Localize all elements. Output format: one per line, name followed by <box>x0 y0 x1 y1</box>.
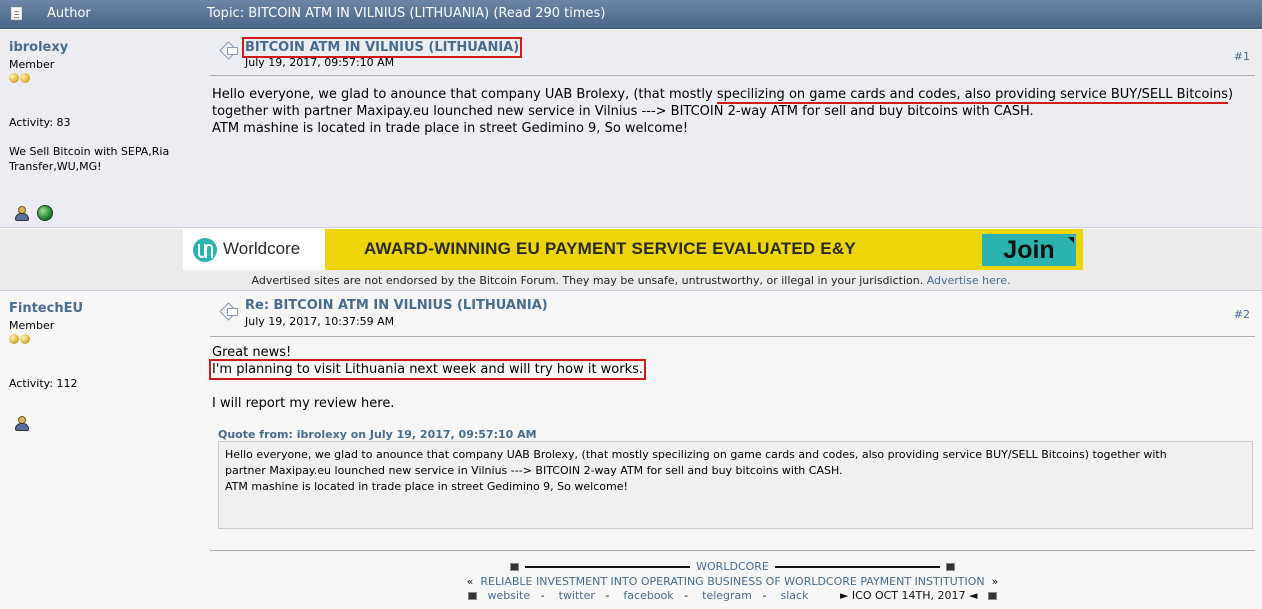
poster-name-link[interactable]: FintechEU <box>9 301 199 316</box>
highlighted-sentence: I'm planning to visit Lithuania next wee… <box>208 359 647 380</box>
post-subject-icon <box>219 303 241 319</box>
post-2: FintechEU Member Activity: 112 Re: BITCO… <box>0 290 1262 609</box>
rank-stars <box>9 72 31 84</box>
website-link[interactable]: website <box>488 589 531 602</box>
block-icon <box>510 563 520 571</box>
ad-headline: AWARD-WINNING EU PAYMENT SERVICE EVALUAT… <box>364 239 856 258</box>
tagline-link[interactable]: RELIABLE INVESTMENT INTO OPERATING BUSIN… <box>480 575 984 588</box>
post-number-link[interactable]: #2 <box>1234 308 1250 321</box>
post-subject-icon <box>219 42 241 58</box>
signature-tagline-row: « RELIABLE INVESTMENT INTO OPERATING BUS… <box>466 575 999 588</box>
advertise-here-link[interactable]: Advertise here. <box>927 274 1011 287</box>
poster-activity: Activity: 112 <box>9 377 78 390</box>
poster-personal-text: We Sell Bitcoin with SEPA,Ria Transfer,W… <box>9 145 170 173</box>
profile-icon[interactable] <box>14 416 30 432</box>
quote-box: Hello everyone, we glad to anounce that … <box>218 441 1253 529</box>
post-separator <box>210 75 1255 76</box>
block-icon <box>987 592 997 600</box>
facebook-link[interactable]: facebook <box>623 589 673 602</box>
brand-name: Worldcore <box>223 239 301 258</box>
thread-header: Author Topic: BITCOIN ATM IN VILNIUS (LI… <box>0 0 1262 29</box>
post-1: ibrolexy Member Activity: 83 We Sell Bit… <box>0 30 1262 228</box>
telegram-link[interactable]: telegram <box>702 589 752 602</box>
join-button[interactable]: Join <box>982 234 1076 266</box>
post-body: Great news! I'm planning to visit Lithua… <box>208 345 647 411</box>
document-icon <box>11 7 22 20</box>
worldcore-logo: Worldcore <box>183 229 325 270</box>
post-number-link[interactable]: #1 <box>1234 50 1250 63</box>
signature-separator <box>210 550 1255 551</box>
post-separator <box>210 336 1255 337</box>
poster-rank: Member <box>9 319 55 332</box>
star-icon <box>9 334 19 344</box>
post-subject-link[interactable]: Re: BITCOIN ATM IN VILNIUS (LITHUANIA) <box>245 298 548 313</box>
signature-links-row: website - twitter - facebook - telegram … <box>210 589 1255 602</box>
poster-info: ibrolexy Member Activity: 83 We Sell Bit… <box>9 40 199 174</box>
ad-banner[interactable]: Worldcore AWARD-WINNING EU PAYMENT SERVI… <box>183 229 1083 270</box>
block-icon <box>468 592 478 600</box>
poster-activity: Activity: 83 <box>9 116 71 129</box>
author-column-label: Author <box>47 6 91 21</box>
post-subject-link[interactable]: BITCOIN ATM IN VILNIUS (LITHUANIA) <box>241 37 523 58</box>
poster-name-link[interactable]: ibrolexy <box>9 40 199 55</box>
post-date: July 19, 2017, 09:57:10 AM <box>245 56 395 69</box>
topic-title: Topic: BITCOIN ATM IN VILNIUS (LITHUANIA… <box>207 6 606 21</box>
post-date: July 19, 2017, 10:37:59 AM <box>245 315 395 328</box>
post-body: Hello everyone, we glad to anounce that … <box>212 87 1234 136</box>
worldcore-logo-icon <box>193 238 217 262</box>
star-icon <box>9 73 19 83</box>
website-globe-icon[interactable] <box>37 205 53 221</box>
poster-rank: Member <box>9 58 55 71</box>
block-icon <box>945 563 955 571</box>
star-icon <box>20 334 30 344</box>
signature-title-row: WORLDCORE <box>210 560 1255 573</box>
poster-info: FintechEU Member Activity: 112 <box>9 301 199 391</box>
ad-disclaimer: Advertised sites are not endorsed by the… <box>251 274 1011 287</box>
ico-link[interactable]: ► ICO OCT 14TH, 2017 ◄ <box>840 589 978 602</box>
slack-link[interactable]: slack <box>781 589 809 602</box>
profile-icon[interactable] <box>14 206 30 222</box>
twitter-link[interactable]: twitter <box>559 589 595 602</box>
ad-strip: Worldcore AWARD-WINNING EU PAYMENT SERVI… <box>0 229 1262 290</box>
star-icon <box>20 73 30 83</box>
rank-stars <box>9 333 31 345</box>
highlighted-text: specilizing on game cards and codes, als… <box>716 87 1229 104</box>
quote-header[interactable]: Quote from: ibrolexy on July 19, 2017, 0… <box>218 428 537 441</box>
worldcore-sig-link[interactable]: WORLDCORE <box>696 560 769 573</box>
